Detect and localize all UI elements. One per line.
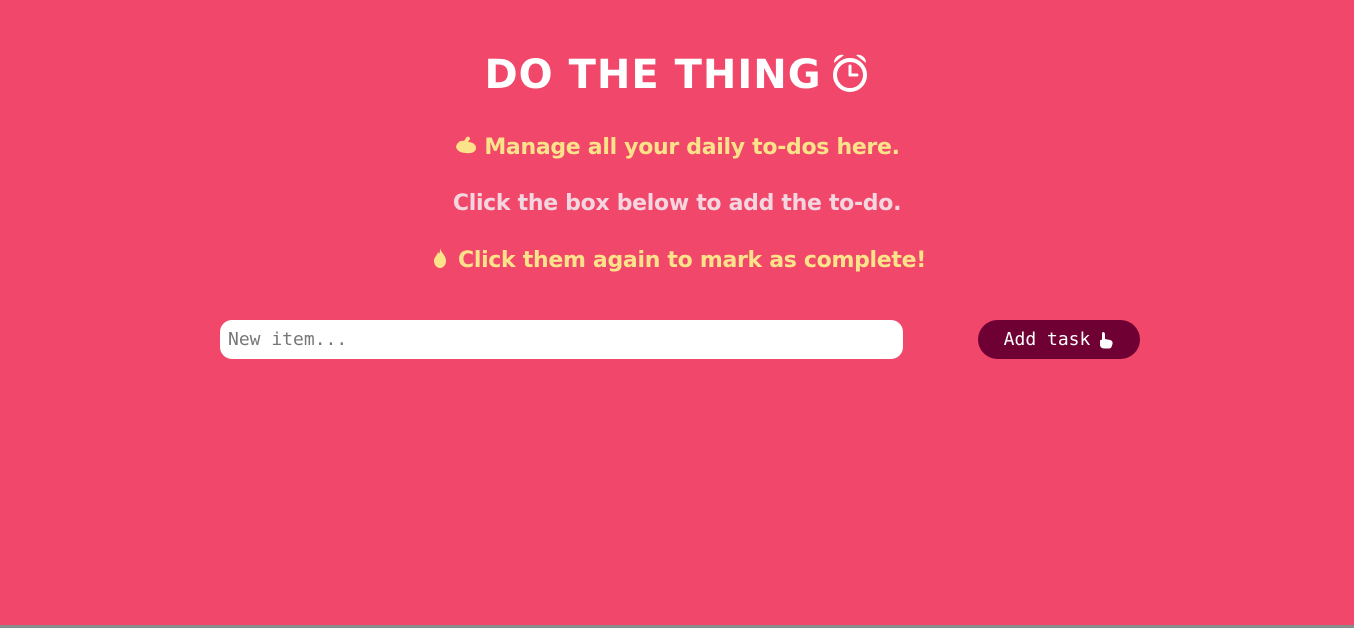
instruction-manage: Manage all your daily to-dos here. [0,133,1354,163]
new-item-input[interactable] [220,320,903,359]
instruction-mark-complete: Click them again to mark as complete! [0,246,1354,276]
add-task-label: Add task [1003,329,1091,350]
page-title: DO THE THING [0,50,1354,100]
instruction-mark-complete-text: Click them again to mark as complete! [457,248,926,273]
alarm-clock-icon [830,50,870,94]
page-title-text: DO THE THING [484,52,822,98]
pointing-hand-icon [1098,331,1114,349]
instruction-click-box: Click the box below to add the to-do. [0,189,1354,219]
instruction-manage-text: Manage all your daily to-dos here. [484,135,900,160]
fire-icon [428,246,452,270]
flexed-biceps-icon [454,133,478,157]
instruction-click-box-text: Click the box below to add the to-do. [452,191,902,216]
add-task-button[interactable]: Add task [978,320,1140,359]
